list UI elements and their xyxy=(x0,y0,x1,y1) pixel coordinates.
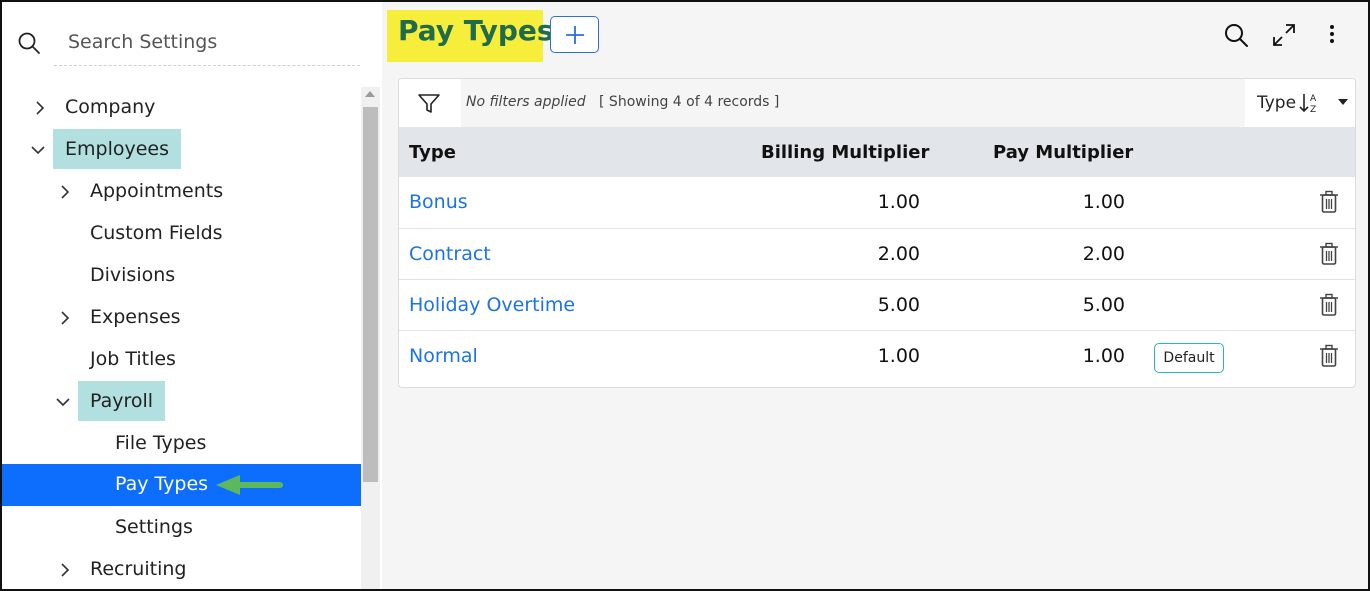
default-badge: Default xyxy=(1154,343,1224,373)
scroll-up-icon[interactable] xyxy=(365,91,375,97)
filter-button[interactable] xyxy=(399,79,461,127)
billing-multiplier: 1.00 xyxy=(877,345,920,367)
chevron-down-icon[interactable] xyxy=(30,142,46,158)
column-header-billing-multiplier[interactable]: Billing Multiplier xyxy=(761,142,929,163)
chevron-right-icon[interactable] xyxy=(57,184,73,200)
chevron-right-icon[interactable] xyxy=(57,310,73,326)
sidebar-scrollbar[interactable] xyxy=(361,87,380,589)
tree-item-label: Payroll xyxy=(78,381,166,421)
chevron-down-icon[interactable] xyxy=(55,394,71,410)
sort-dropdown[interactable]: Type A Z xyxy=(1245,79,1355,127)
pay-types-panel: No filters applied [ Showing 4 of 4 reco… xyxy=(398,78,1356,388)
tree-item-label: Appointments xyxy=(90,180,224,202)
sort-label: Type xyxy=(1257,93,1297,113)
records-count: [ Showing 4 of 4 records ] xyxy=(599,94,780,110)
svg-text:Z: Z xyxy=(1310,105,1316,114)
settings-tree: Company Employees Appointments Custom Fi… xyxy=(2,87,361,589)
tree-item-label: Custom Fields xyxy=(90,222,223,244)
trash-icon[interactable] xyxy=(1318,242,1340,266)
column-header-type[interactable]: Type xyxy=(409,142,456,163)
billing-multiplier: 2.00 xyxy=(877,243,920,265)
trash-icon[interactable] xyxy=(1318,293,1340,317)
no-filters-text: No filters applied xyxy=(466,94,586,110)
main-content: Pay Types No filters applied [Showing 4… xyxy=(382,2,1368,589)
pay-multiplier: 2.00 xyxy=(1082,243,1125,265)
chevron-right-icon[interactable] xyxy=(32,100,48,116)
filter-icon xyxy=(418,94,440,113)
tree-item-label: Recruiting xyxy=(90,558,187,580)
chevron-right-icon[interactable] xyxy=(57,562,73,578)
tree-item-label: Settings xyxy=(115,516,193,538)
pay-type-link[interactable]: Holiday Overtime xyxy=(409,294,575,316)
table-row: Bonus 1.00 1.00 xyxy=(399,177,1355,228)
sort-alpha-icon: A Z xyxy=(1299,94,1317,114)
pay-multiplier: 5.00 xyxy=(1082,294,1125,316)
tree-item-label: Pay Types xyxy=(115,473,209,495)
tree-item-label: Divisions xyxy=(90,264,176,286)
table-row: Normal 1.00 1.00 Default xyxy=(399,330,1355,381)
expand-icon[interactable] xyxy=(1270,21,1298,49)
pay-type-link[interactable]: Normal xyxy=(409,345,478,367)
tree-item-pay-types[interactable]: Pay Types xyxy=(2,464,361,506)
scrollbar-thumb[interactable] xyxy=(363,107,378,482)
caret-down-icon xyxy=(1338,99,1348,105)
billing-multiplier: 5.00 xyxy=(877,294,920,316)
pointer-arrow-icon xyxy=(216,475,283,495)
page-title: Pay Types xyxy=(398,14,554,47)
tree-item-label: Job Titles xyxy=(90,348,176,370)
more-vertical-icon[interactable] xyxy=(1318,21,1346,49)
tree-item-label: Employees xyxy=(53,129,181,169)
app-frame: Search Settings Company Employees Appoin… xyxy=(0,0,1370,591)
settings-sidebar: Search Settings Company Employees Appoin… xyxy=(2,2,382,589)
tree-item-label: Expenses xyxy=(90,306,181,328)
billing-multiplier: 1.00 xyxy=(877,191,920,213)
filter-status: No filters applied [ Showing 4 of 4 reco… xyxy=(466,94,779,110)
pay-type-link[interactable]: Contract xyxy=(409,243,491,265)
svg-text:A: A xyxy=(1310,94,1317,104)
table-header: Type Billing Multiplier Pay Multiplier xyxy=(399,127,1355,177)
tree-item-label: Company xyxy=(65,96,156,118)
filter-bar: No filters applied [ Showing 4 of 4 reco… xyxy=(399,79,1355,127)
trash-icon[interactable] xyxy=(1318,190,1340,214)
trash-icon[interactable] xyxy=(1318,344,1340,368)
pay-multiplier: 1.00 xyxy=(1082,191,1125,213)
add-pay-type-button[interactable] xyxy=(550,16,599,53)
search-icon[interactable] xyxy=(16,30,42,56)
plus-icon xyxy=(566,26,584,44)
table-row: Holiday Overtime 5.00 5.00 xyxy=(399,279,1355,330)
search-row: Search Settings xyxy=(2,20,382,66)
pay-type-link[interactable]: Bonus xyxy=(409,191,468,213)
pay-multiplier: 1.00 xyxy=(1082,345,1125,367)
table-row: Contract 2.00 2.00 xyxy=(399,228,1355,279)
column-header-pay-multiplier[interactable]: Pay Multiplier xyxy=(993,142,1133,163)
search-settings-input[interactable]: Search Settings xyxy=(54,20,360,66)
search-icon[interactable] xyxy=(1222,21,1250,49)
tree-item-label: File Types xyxy=(115,432,207,454)
